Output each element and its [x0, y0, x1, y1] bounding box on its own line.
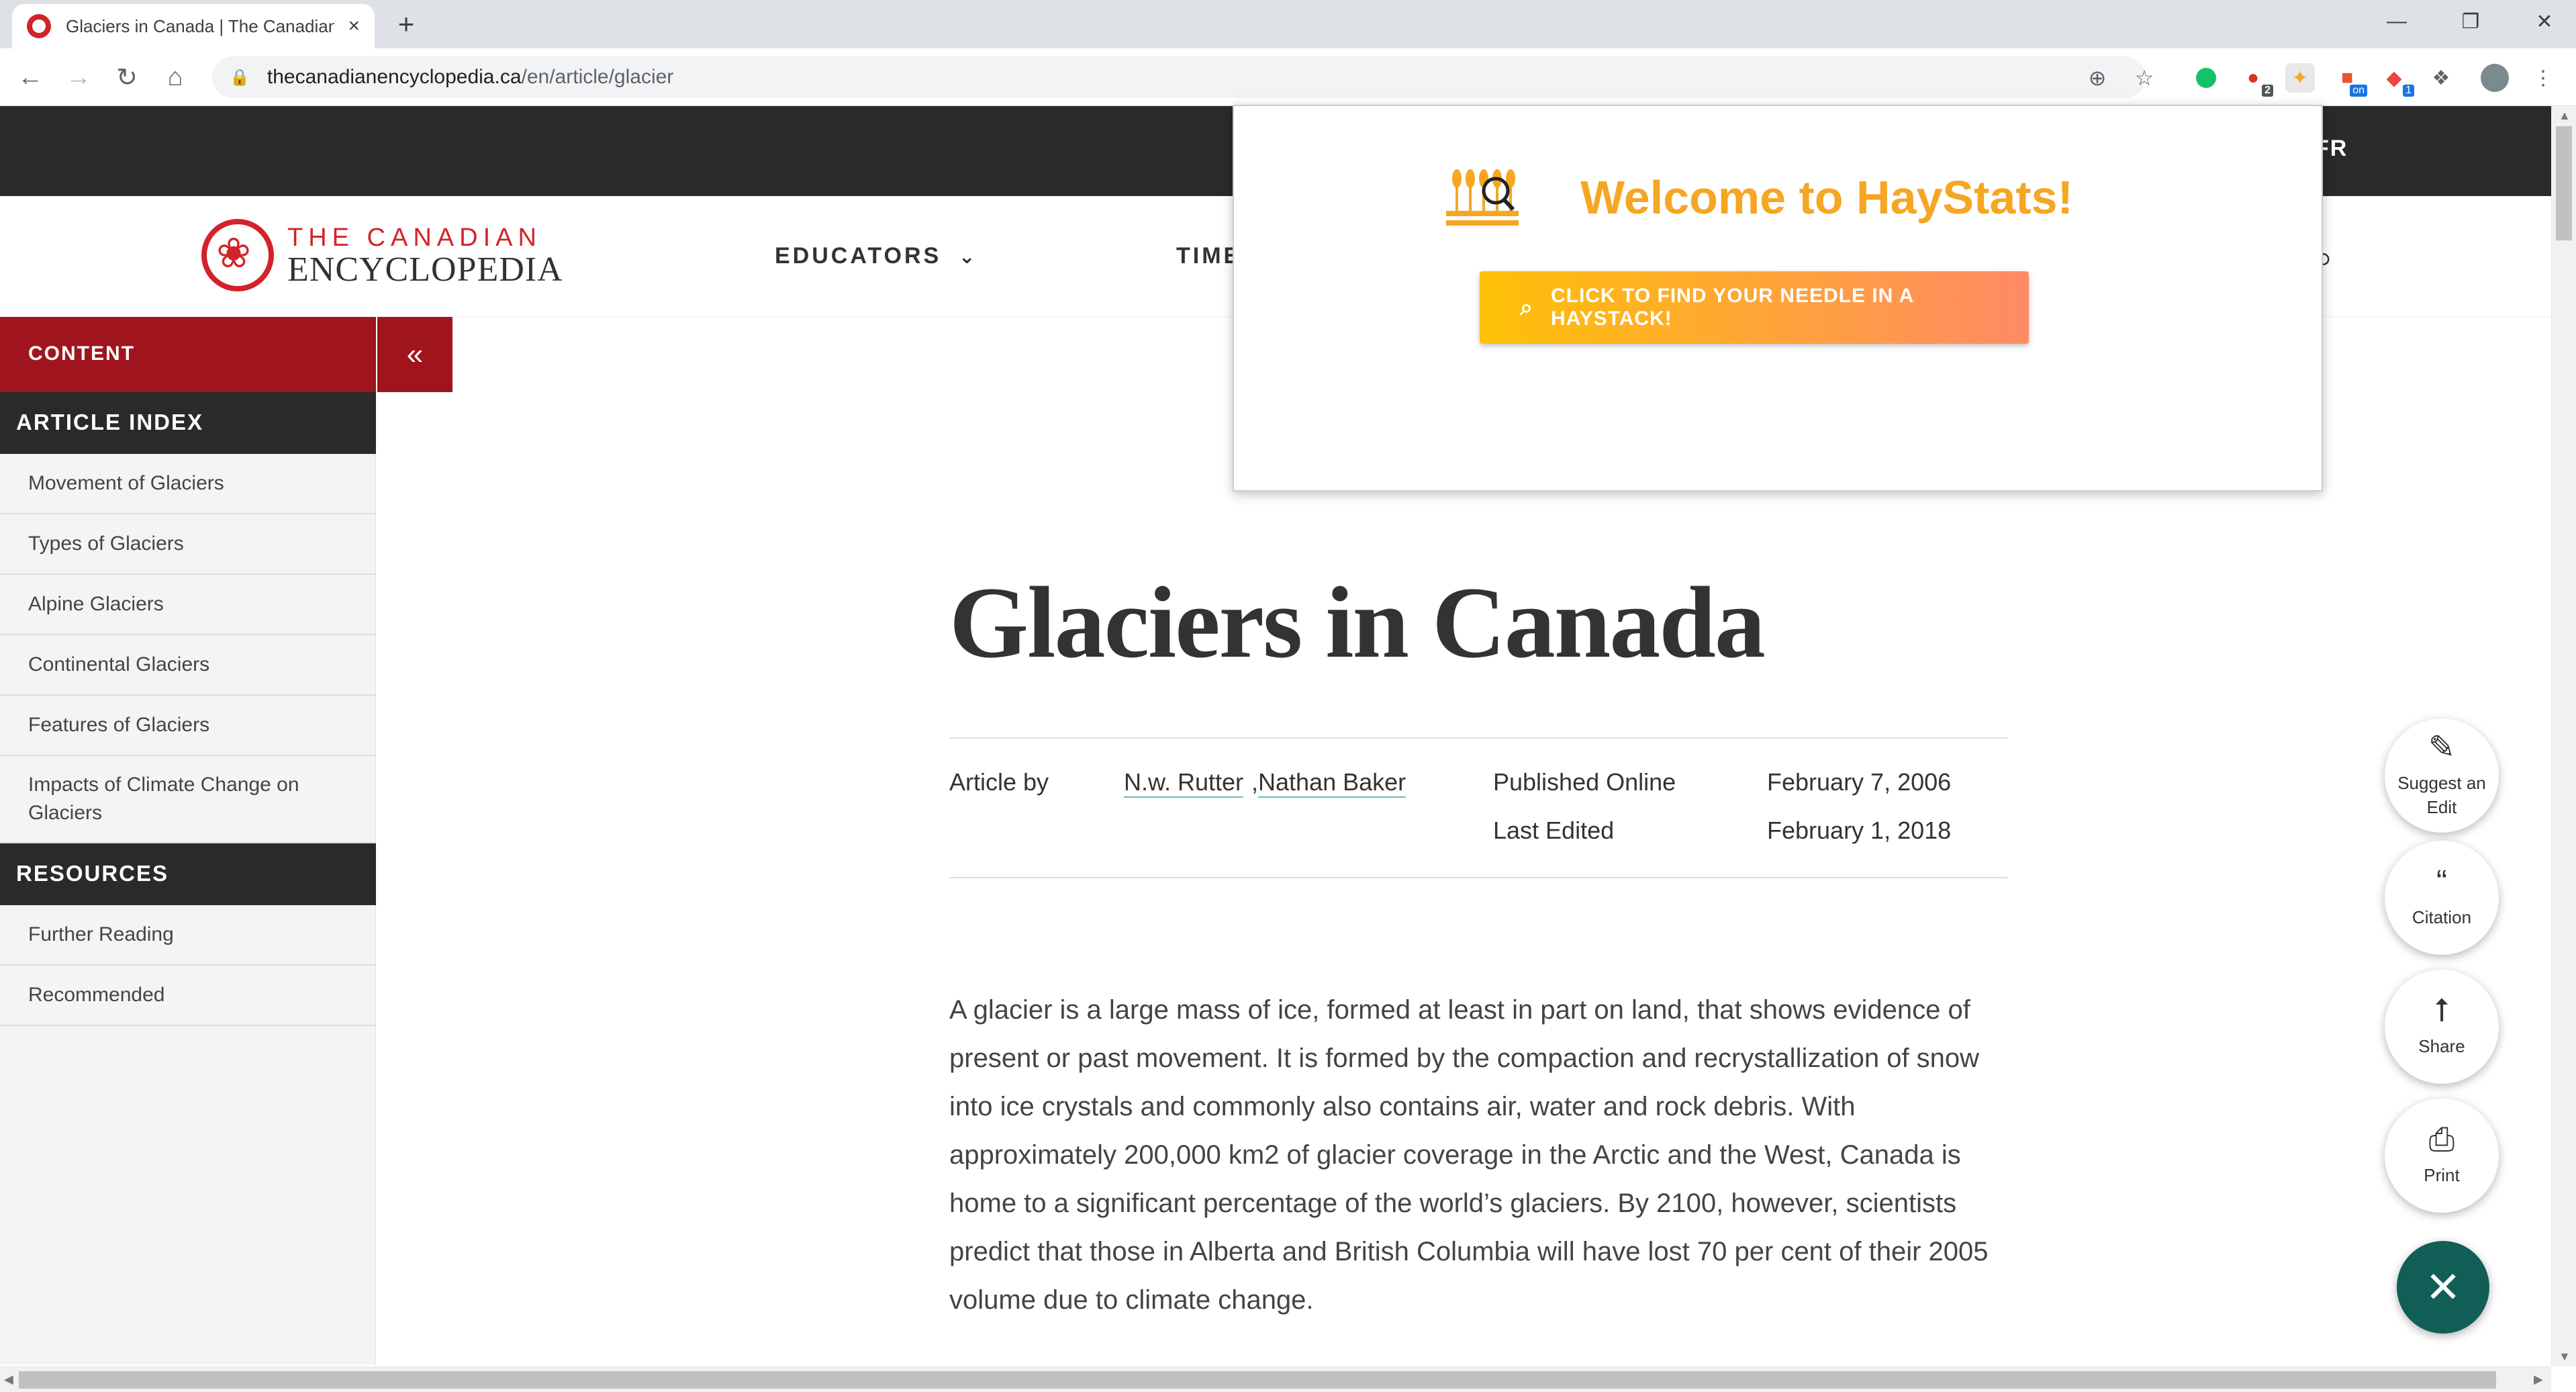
quote-icon: “	[2436, 864, 2447, 900]
nav-timelines[interactable]: TIME	[1176, 243, 1241, 269]
adblock-icon[interactable]: ● 2	[2238, 63, 2273, 97]
print-icon: ⎙	[2428, 1121, 2455, 1158]
bookmark-star-icon[interactable]: ☆	[2130, 63, 2159, 93]
meta-divider-bottom	[949, 877, 2007, 878]
collapse-sidebar-button[interactable]: «	[377, 317, 452, 392]
scroll-down-icon[interactable]: ▼	[2559, 1350, 2571, 1364]
vertical-scroll-thumb[interactable]	[2556, 126, 2572, 240]
published-label: Published Online	[1493, 768, 1676, 796]
horizontal-scroll-thumb[interactable]	[19, 1371, 2496, 1389]
article-by-label: Article by	[949, 768, 1049, 796]
published-date: February 7, 2006	[1767, 768, 1952, 796]
edited-label: Last Edited	[1493, 817, 1615, 844]
article-body-paragraph: A glacier is a large mass of ice, formed…	[949, 995, 1989, 1315]
chevron-down-icon: ⌄	[958, 246, 978, 268]
nav-educators[interactable]: EDUCATORS ⌄	[775, 243, 978, 269]
citation-button[interactable]: “ Citation	[2385, 841, 2499, 955]
article-sidebar: CONTENT ARTICLE INDEX Movement of Glacie…	[0, 317, 376, 1364]
browser-tabstrip: Glaciers in Canada | The Canadian Encycl…	[0, 0, 2576, 48]
profile-avatar[interactable]	[2480, 63, 2510, 93]
share-icon: ⭡	[2434, 992, 2450, 1029]
article-title: Glaciers in Canada	[949, 566, 1766, 679]
grammarly-icon[interactable]	[2191, 63, 2221, 93]
address-bar[interactable]: 🔒 thecanadianencyclopedia.ca/en/article/…	[212, 56, 2154, 98]
url-text: thecanadianencyclopedia.ca/en/article/gl…	[267, 66, 674, 88]
sidebar-item-recommended[interactable]: Recommended	[0, 966, 376, 1026]
scroll-left-icon[interactable]: ◀	[4, 1373, 13, 1387]
browser-menu-icon[interactable]: ⋮	[2528, 63, 2558, 93]
share-button[interactable]: ⭡ Share	[2385, 970, 2499, 1084]
search-document-icon: ⌕	[1520, 294, 1534, 320]
logo-line1: THE CANADIAN	[287, 223, 542, 252]
article-index-header: ARTICLE INDEX	[0, 392, 376, 454]
browser-tab[interactable]: Glaciers in Canada | The Canadian Encycl…	[12, 4, 375, 48]
horizontal-scrollbar[interactable]: ◀ ▶	[0, 1366, 2551, 1392]
popup-welcome-title: Welcome to HayStats!	[1580, 171, 2073, 224]
restore-icon[interactable]: ❐	[2450, 5, 2491, 38]
window-close-icon[interactable]: ✕	[2524, 5, 2565, 38]
author-separator: ,	[1251, 768, 1259, 796]
scroll-up-icon[interactable]: ▲	[2559, 109, 2571, 123]
haystack-logo-icon	[1446, 169, 1519, 226]
extension-badge-icon[interactable]: ◆ 1	[2379, 63, 2414, 97]
meta-divider-top	[949, 737, 2007, 739]
author-link-baker[interactable]: Nathan Baker	[1258, 768, 1406, 798]
print-button[interactable]: ⎙ Print	[2385, 1099, 2499, 1213]
suggest-edit-button[interactable]: ✎ Suggest an Edit	[2385, 718, 2499, 833]
logo-line2: ENCYCLOPEDIA	[287, 250, 563, 289]
haystats-popup: Welcome to HayStats! ⌕ CLICK TO FIND YOU…	[1233, 105, 2323, 492]
content-header[interactable]: CONTENT	[0, 317, 376, 392]
home-icon[interactable]: ⌂	[157, 59, 193, 95]
lock-icon: 🔒	[230, 68, 250, 87]
reload-icon[interactable]: ↻	[109, 59, 145, 95]
puzzle-icon[interactable]: ❖	[2426, 63, 2456, 93]
back-icon[interactable]: ←	[12, 59, 48, 95]
forward-icon[interactable]: →	[60, 59, 97, 95]
sidebar-item-features[interactable]: Features of Glaciers	[0, 696, 376, 756]
sidebar-item-climate-change[interactable]: Impacts of Climate Change on Glaciers	[0, 756, 376, 843]
maple-leaf-icon	[201, 219, 274, 291]
minimize-icon[interactable]: —	[2377, 5, 2417, 38]
site-favicon-icon	[27, 14, 51, 38]
sidebar-item-movement[interactable]: Movement of Glaciers	[0, 454, 376, 514]
extension-on-icon[interactable]: ■ on	[2332, 63, 2367, 97]
sidebar-item-continental[interactable]: Continental Glaciers	[0, 635, 376, 696]
edited-date: February 1, 2018	[1767, 817, 1952, 844]
tab-title: Glaciers in Canada | The Canadian Encycl…	[66, 15, 334, 36]
vertical-scrollbar[interactable]: ▲ ▼	[2551, 106, 2576, 1366]
sidebar-item-types[interactable]: Types of Glaciers	[0, 514, 376, 575]
haystats-icon[interactable]: ✦	[2285, 63, 2315, 93]
author-link-rutter[interactable]: N.w. Rutter	[1124, 768, 1244, 798]
close-actions-button[interactable]: ✕	[2397, 1241, 2489, 1334]
sidebar-item-further-reading[interactable]: Further Reading	[0, 905, 376, 966]
new-tab-button[interactable]: +	[389, 4, 423, 44]
scroll-right-icon[interactable]: ▶	[2534, 1373, 2543, 1387]
add-circle-icon[interactable]: ⊕	[2083, 63, 2112, 93]
edit-icon: ✎	[2428, 729, 2456, 765]
tab-close-icon[interactable]: ×	[348, 15, 360, 38]
site-logo[interactable]: THE CANADIAN ENCYCLOPEDIA	[201, 219, 563, 291]
browser-toolbar: ← → ↻ ⌂ 🔒 thecanadianencyclopedia.ca/en/…	[0, 48, 2576, 106]
sidebar-item-alpine[interactable]: Alpine Glaciers	[0, 575, 376, 635]
find-needle-button[interactable]: ⌕ CLICK TO FIND YOUR NEEDLE IN A HAYSTAC…	[1480, 271, 2029, 344]
resources-header: RESOURCES	[0, 843, 376, 905]
